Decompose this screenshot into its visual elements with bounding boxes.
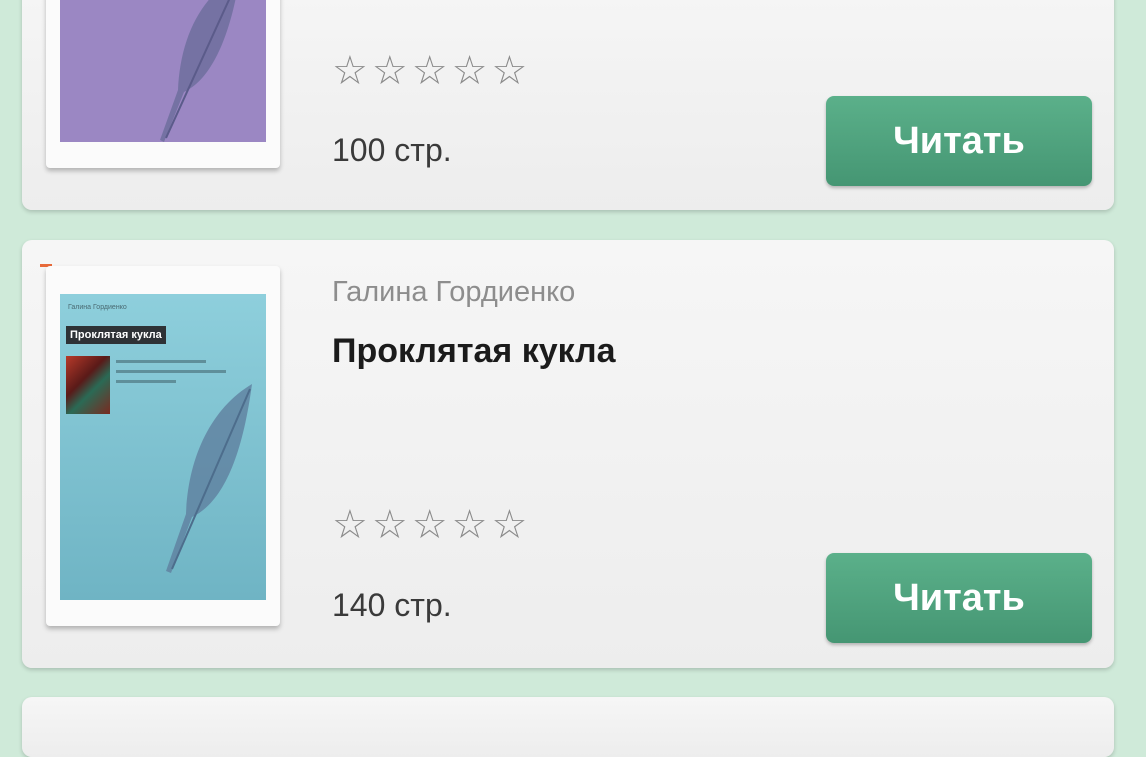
- book-card[interactable]: [22, 697, 1114, 757]
- cover-author: Галина Гордиенко: [68, 304, 127, 311]
- book-cover[interactable]: [46, 0, 280, 168]
- cover-text-line: [116, 360, 206, 363]
- cover-illustration: [66, 356, 110, 414]
- read-button[interactable]: Читать: [826, 96, 1092, 186]
- read-button[interactable]: Читать: [826, 553, 1092, 643]
- page-count: 140 стр.: [332, 587, 452, 623]
- book-card[interactable]: ☆☆☆☆☆ 100 стр. Читать: [22, 0, 1114, 210]
- book-title[interactable]: Проклятая кукла: [332, 332, 616, 371]
- book-cover[interactable]: Галина Гордиенко Проклятая кукла: [46, 266, 280, 626]
- feather-icon: [166, 384, 252, 573]
- cover-title: Проклятая кукла: [66, 326, 166, 344]
- rating-stars[interactable]: ☆☆☆☆☆: [332, 502, 531, 548]
- cover-text-line: [116, 370, 226, 373]
- book-author: Галина Гордиенко: [332, 276, 576, 308]
- book-card[interactable]: Галина Гордиенко Проклятая кукла Галина …: [22, 240, 1114, 668]
- cover-image: [60, 0, 266, 142]
- rating-stars[interactable]: ☆☆☆☆☆: [332, 48, 531, 94]
- cover-image: Галина Гордиенко Проклятая кукла: [60, 294, 266, 600]
- page-count: 100 стр.: [332, 132, 452, 168]
- feather-icon: [160, 0, 236, 142]
